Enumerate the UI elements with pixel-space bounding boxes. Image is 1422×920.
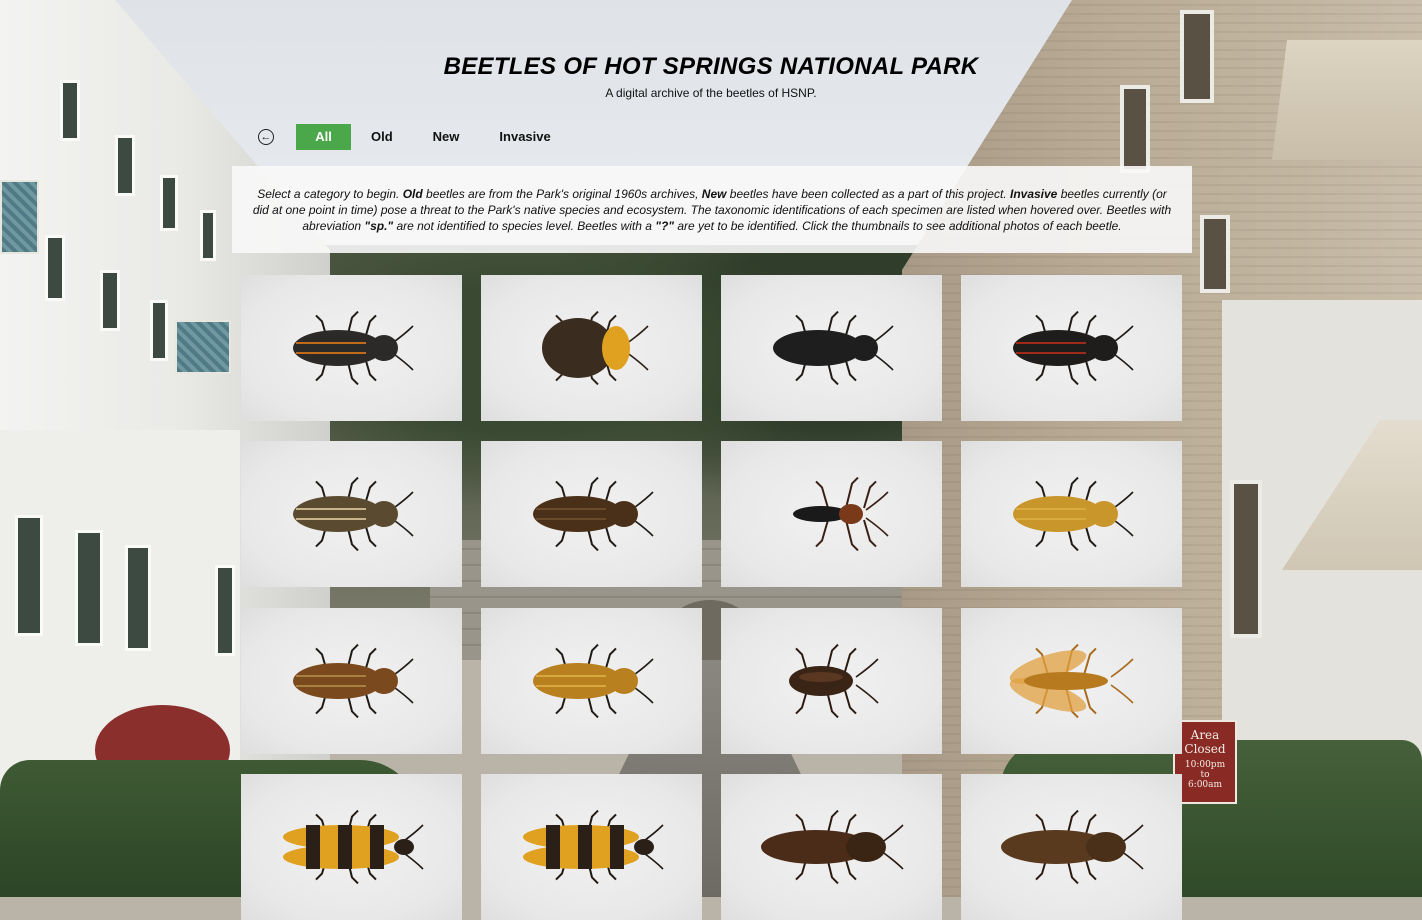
info-keyword-invasive: Invasive [1009,187,1058,201]
page-header: BEETLES OF HOT SPRINGS NATIONAL PARK A d… [0,50,1422,100]
sign-line: to [1200,770,1210,780]
background-area-closed-sign: Area Closed 10:00pm to 6:00am [1173,720,1237,804]
background-window [215,565,235,656]
background-tile-panel [0,180,39,254]
arrow-left-circle-icon[interactable]: ← [258,129,274,145]
sign-line: 10:00pm [1184,760,1226,770]
sign-line: 6:00am [1187,780,1223,790]
beetle-image [523,809,664,885]
info-keyword-sp: "sp." [364,219,394,233]
info-keyword-new: New [701,187,727,201]
background-window [125,545,151,651]
beetle-image [542,310,649,386]
beetle-thumbnail[interactable] [961,441,1182,587]
info-keyword-question: "?" [655,219,674,233]
beetle-image [1013,476,1134,552]
background-window [160,175,178,231]
background-window [150,300,168,361]
beetle-image [293,310,414,386]
beetle-image [533,643,654,719]
beetle-thumbnail[interactable] [481,774,702,920]
beetle-thumbnail[interactable] [241,608,462,754]
beetle-thumbnail[interactable] [721,275,942,421]
info-keyword-old: Old [402,187,423,201]
beetle-thumbnail[interactable] [481,608,702,754]
beetle-image [1001,809,1144,885]
beetle-thumbnail[interactable] [721,774,942,920]
sign-line: Closed [1184,742,1226,756]
beetle-thumbnail[interactable] [241,774,462,920]
background-window [115,135,135,196]
background-photo: Area Closed 10:00pm to 6:00am [0,0,1422,897]
info-text: Select a category to begin. [257,187,403,201]
tab-new[interactable]: New [413,124,480,150]
beetle-thumbnail[interactable] [481,441,702,587]
beetle-image [293,476,414,552]
info-text: are yet to be identified. Click the thum… [674,219,1122,233]
beetle-image [1009,643,1134,719]
background-tile-panel [175,320,231,374]
beetle-image [773,310,894,386]
beetle-image [533,476,654,552]
tab-invasive[interactable]: Invasive [479,124,570,150]
beetle-thumbnail[interactable] [961,608,1182,754]
beetle-image [761,809,904,885]
info-panel: Select a category to begin. Old beetles … [232,166,1192,253]
beetle-image [789,643,879,719]
beetle-image [793,476,889,552]
sign-line: Area [1190,728,1220,742]
beetle-image [1013,310,1134,386]
tab-all[interactable]: All [296,124,351,150]
beetle-thumbnail[interactable] [481,275,702,421]
beetle-thumbnail[interactable] [721,441,942,587]
beetle-image [293,643,414,719]
info-text: are not identified to species level. Bee… [393,219,656,233]
info-text: beetles have been collected as a part of… [726,187,1010,201]
beetle-thumbnail[interactable] [961,275,1182,421]
category-nav: ← All Old New Invasive [258,124,571,150]
beetle-thumbnail[interactable] [241,441,462,587]
background-window [1230,480,1262,638]
background-window [1200,215,1230,293]
background-window [15,515,43,636]
background-window [100,270,120,331]
page-title: BEETLES OF HOT SPRINGS NATIONAL PARK [443,53,979,80]
background-window [200,210,216,261]
beetle-thumbnail[interactable] [721,608,942,754]
beetle-thumbnail[interactable] [241,275,462,421]
beetle-thumbnail[interactable] [961,774,1182,920]
beetle-image [283,809,424,885]
tab-old[interactable]: Old [351,124,413,150]
info-text: beetles are from the Park's original 196… [422,187,702,201]
page-subtitle: A digital archive of the beetles of HSNP… [605,86,817,100]
background-window [45,235,65,301]
background-window [75,530,103,646]
